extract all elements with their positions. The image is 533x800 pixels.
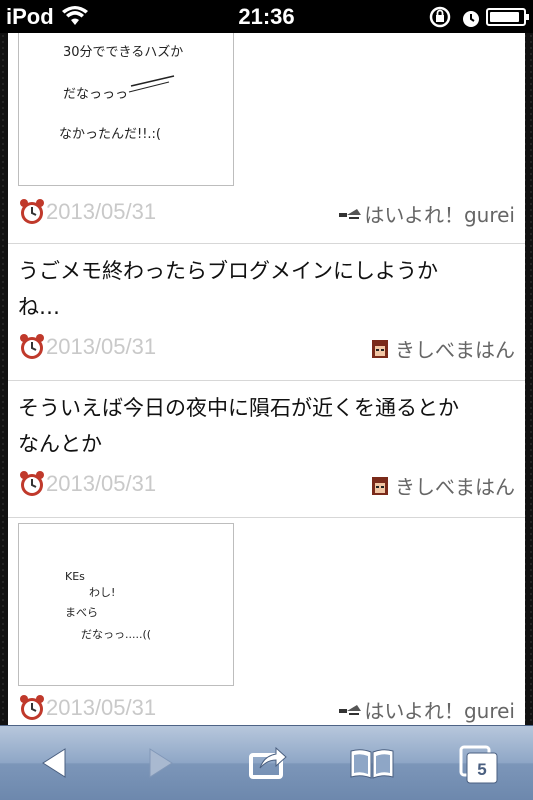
list-item[interactable]: そういえば今日の夜中に隕石が近くを通るとか なんとか 2013/05/31 きし… [18, 390, 515, 510]
post-text: そういえば今日の夜中に隕石が近くを通るとか なんとか [18, 390, 515, 462]
memo-sketch-image[interactable]: 30分でできるハズか だなっっっ なかったんだ!!.:( [18, 33, 234, 186]
divider [8, 380, 525, 381]
sketch-line: KEs [65, 570, 85, 583]
forward-button[interactable] [134, 738, 188, 788]
post-author[interactable]: はいよれ！gurei [337, 695, 515, 724]
sketch-line: だなっっっ [63, 87, 128, 102]
post-author[interactable]: きしべまはん [368, 334, 515, 363]
sketch-line: まべら [65, 606, 98, 619]
web-content[interactable]: 30分でできるハズか だなっっっ なかったんだ!!.:( 2013/05/31 [0, 33, 533, 725]
alarm-clock-icon [18, 470, 46, 498]
avatar [337, 203, 363, 225]
bookmarks-icon [350, 749, 394, 779]
list-item[interactable]: 30分でできるハズか だなっっっ なかったんだ!!.:( 2013/05/31 [18, 33, 515, 233]
sketch-line: だなっっ.....(( [81, 628, 151, 641]
post-meta: 2013/05/31 きしべまはん [18, 333, 515, 363]
post-date: 2013/05/31 [46, 334, 157, 359]
post-author[interactable]: きしべまはん [368, 471, 515, 500]
post-date: 2013/05/31 [46, 199, 157, 224]
post-text-line: そういえば今日の夜中に隕石が近くを通るとか [18, 396, 459, 420]
post-author-name[interactable]: きしべまはん [395, 338, 515, 362]
post-date: 2013/05/31 [46, 695, 157, 720]
sketch-line: わし! [89, 586, 115, 599]
alarm-icon [462, 8, 480, 34]
post-meta: 2013/05/31 はいよれ！gurei [18, 694, 515, 724]
divider [8, 243, 525, 244]
post-meta: 2013/05/31 はいよれ！gurei [18, 198, 515, 228]
post-meta: 2013/05/31 きしべまはん [18, 470, 515, 500]
post-text: うごメモ終わったらブログメインにしようか ね… [18, 253, 515, 325]
divider [8, 517, 525, 518]
avatar [368, 338, 394, 360]
share-icon [249, 746, 287, 779]
alarm-clock-icon [18, 333, 46, 361]
tabs-button[interactable]: 5 [452, 738, 506, 788]
sketch-line: 30分でできるハズか [63, 44, 183, 60]
list-item[interactable]: うごメモ終わったらブログメインにしようか ね… 2013/05/31 きしべまは… [18, 253, 515, 373]
list-item[interactable]: KEs わし! まべら だなっっ.....(( 2013/05/31 はいよれ！… [18, 523, 515, 723]
share-button[interactable] [240, 738, 294, 788]
rotation-lock-icon [428, 6, 452, 34]
clock-time: 21:36 [238, 4, 295, 29]
tabs-count: 5 [477, 760, 486, 779]
memo-sketch-image[interactable]: KEs わし! まべら だなっっ.....(( [18, 523, 234, 686]
post-author-name[interactable]: はいよれ！gurei [364, 699, 515, 723]
battery-fill [490, 12, 519, 22]
alarm-clock-icon [18, 694, 46, 722]
avatar [368, 475, 394, 497]
status-bar: iPod 21:36 [0, 0, 533, 33]
post-date: 2013/05/31 [46, 471, 157, 496]
post-author-name[interactable]: きしべまはん [395, 475, 515, 499]
post-author-name[interactable]: はいよれ！gurei [364, 203, 515, 227]
sketch-line: なかったんだ!!.:( [59, 127, 161, 142]
back-button[interactable] [27, 738, 81, 788]
forward-icon [149, 748, 173, 778]
post-text-line: ね… [18, 295, 60, 319]
post-list[interactable]: 30分でできるハズか だなっっっ なかったんだ!!.:( 2013/05/31 [8, 33, 525, 725]
post-text-line: うごメモ終わったらブログメインにしようか [18, 259, 438, 283]
battery-icon [486, 8, 529, 26]
post-text-line: なんとか [18, 432, 102, 456]
avatar [337, 699, 363, 721]
back-icon [42, 748, 66, 778]
tabs-icon: 5 [459, 745, 498, 784]
post-author[interactable]: はいよれ！gurei [337, 199, 515, 228]
safari-toolbar: 5 [0, 725, 533, 800]
bookmarks-button[interactable] [345, 738, 399, 788]
alarm-clock-icon [18, 198, 46, 226]
